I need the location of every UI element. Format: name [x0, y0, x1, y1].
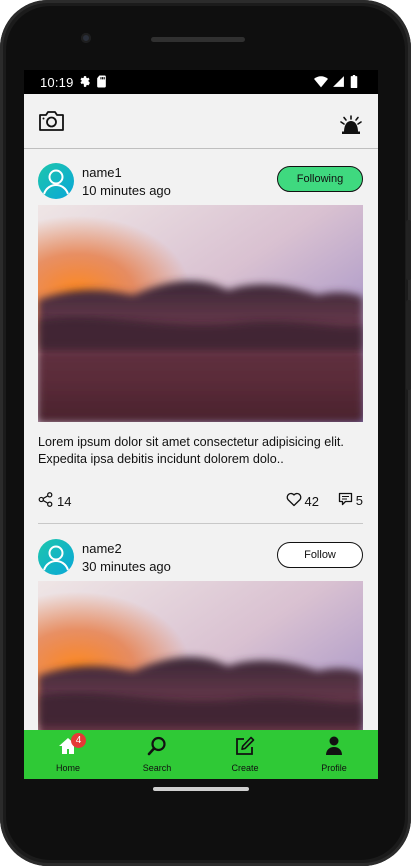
- post-header: name2 30 minutes ago Follow: [38, 539, 363, 583]
- nav-label: Profile: [321, 763, 347, 773]
- app: name1 10 minutes ago Following Lorem ips…: [24, 94, 378, 779]
- share-icon: [38, 492, 53, 510]
- like-count: 42: [304, 493, 319, 509]
- search-icon: [147, 735, 167, 757]
- heart-icon: [286, 492, 302, 510]
- like-button[interactable]: 42: [286, 492, 319, 510]
- nav-create[interactable]: Create: [210, 730, 280, 779]
- camera-icon[interactable]: [37, 109, 65, 133]
- notification-badge: 4: [71, 733, 86, 748]
- nav-label: Search: [142, 763, 172, 773]
- comment-count: 5: [355, 493, 363, 508]
- avatar[interactable]: [38, 163, 74, 199]
- settings-status-icon: [78, 75, 91, 91]
- phone-frame: 10:19 name1 10 minutes ago Following Lor…: [0, 0, 411, 866]
- nav-search[interactable]: Search: [122, 730, 192, 779]
- wifi-icon: [314, 75, 328, 91]
- power-button: [406, 300, 411, 390]
- follow-button[interactable]: Follow: [277, 542, 363, 568]
- home-icon: 4: [58, 733, 86, 757]
- nav-label: Create: [231, 763, 259, 773]
- person-icon: [325, 735, 343, 757]
- volume-button: [406, 220, 411, 280]
- post-author-name[interactable]: name2: [82, 541, 122, 556]
- bottom-navigation: 4 Home Search Create Profile: [24, 730, 378, 779]
- sd-card-status-icon: [96, 75, 107, 91]
- post-header: name1 10 minutes ago Following: [38, 163, 363, 207]
- screen: 10:19 name1 10 minutes ago Following Lor…: [24, 70, 378, 779]
- nav-label: Home: [55, 763, 80, 773]
- alarm-bell-icon[interactable]: [337, 114, 364, 136]
- status-time: 10:19: [40, 75, 74, 90]
- post-actions: 14 42 5: [38, 492, 363, 516]
- front-camera: [81, 33, 91, 43]
- following-button[interactable]: Following: [277, 166, 363, 192]
- comment-button[interactable]: 5: [338, 492, 363, 509]
- share-button[interactable]: 14: [38, 492, 71, 510]
- avatar[interactable]: [38, 539, 74, 575]
- post-author-name[interactable]: name1: [82, 165, 122, 180]
- comment-icon: [338, 492, 353, 509]
- top-bar: [24, 94, 378, 149]
- post-divider: [38, 523, 363, 524]
- earpiece-speaker: [151, 37, 245, 42]
- share-count: 14: [57, 493, 72, 509]
- post-caption: Lorem ipsum dolor sit amet consectetur a…: [38, 435, 344, 466]
- post-card: name1 10 minutes ago Following Lorem ips…: [38, 163, 363, 516]
- nav-profile[interactable]: Profile: [299, 730, 369, 779]
- signal-icon: [332, 75, 345, 91]
- nav-home[interactable]: 4 Home: [33, 730, 103, 779]
- edit-icon: [235, 735, 255, 757]
- gesture-home-bar[interactable]: [153, 787, 249, 791]
- post-timestamp: 30 minutes ago: [82, 559, 171, 574]
- post-image[interactable]: [38, 205, 363, 422]
- status-bar: 10:19: [24, 70, 378, 94]
- post-timestamp: 10 minutes ago: [82, 183, 171, 198]
- battery-icon: [350, 75, 358, 91]
